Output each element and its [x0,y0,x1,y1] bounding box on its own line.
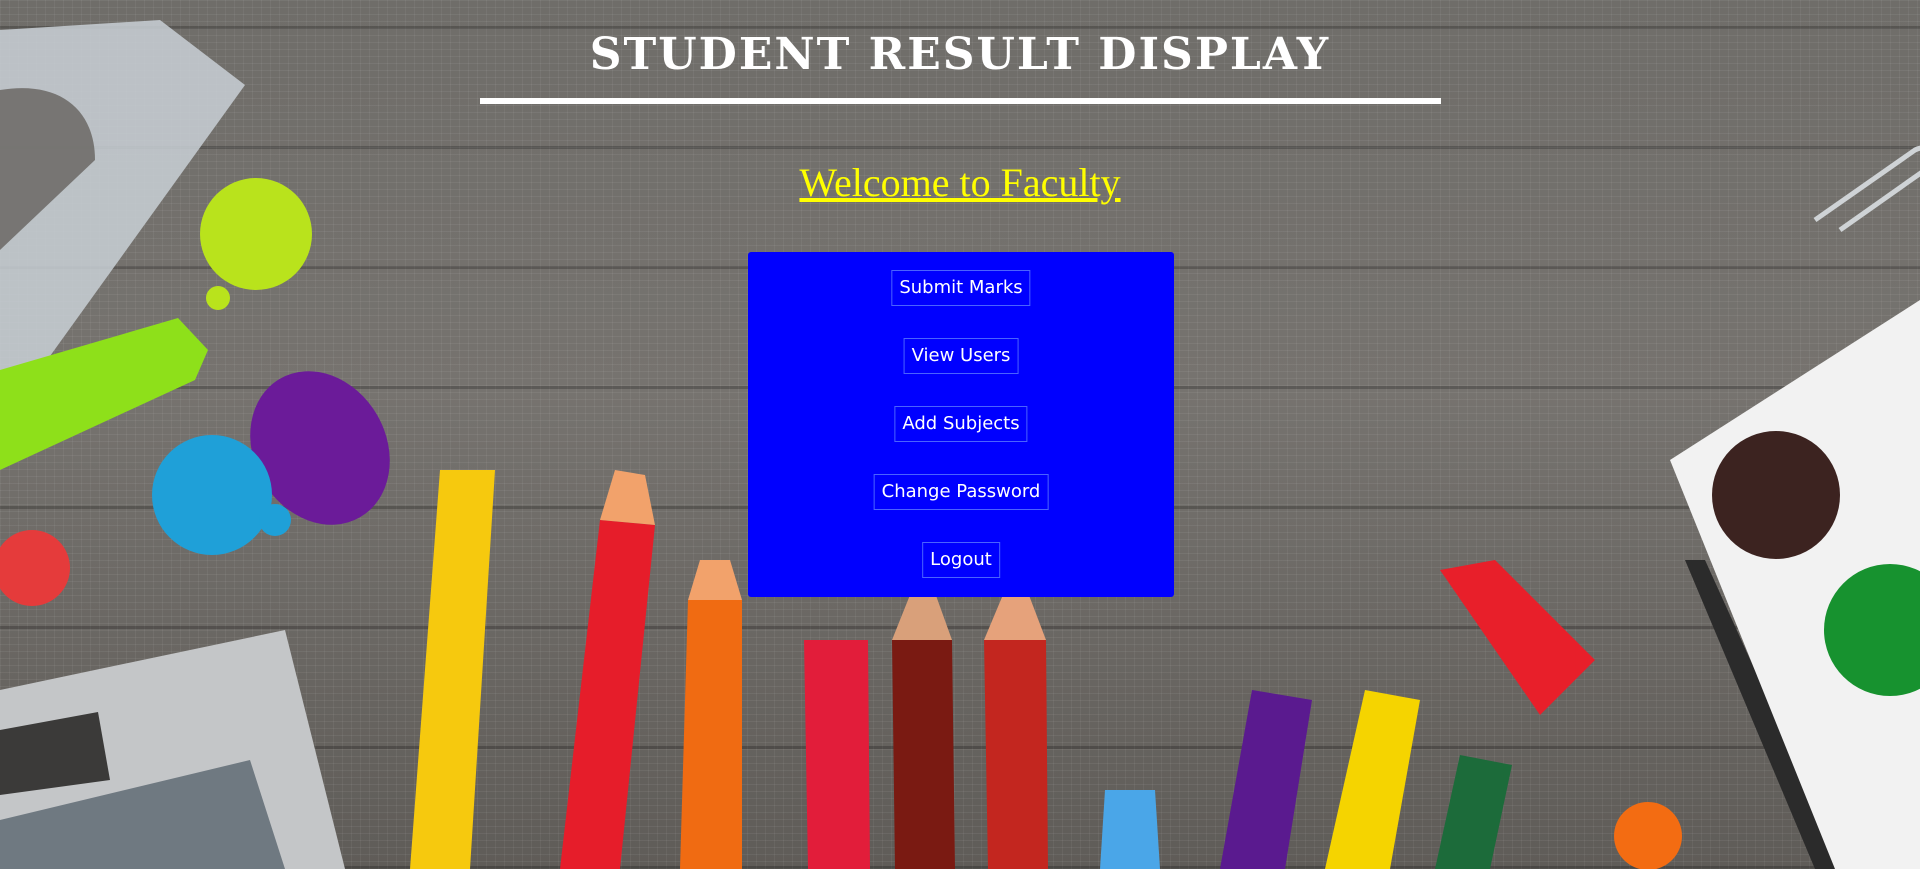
title-divider [480,98,1441,104]
page-title: STUDENT RESULT DISPLAY [589,29,1331,80]
welcome-heading: Welcome to Faculty [799,160,1121,205]
faculty-menu-panel: Submit Marks View Users Add Subjects Cha… [748,252,1174,597]
page-header: STUDENT RESULT DISPLAY [0,24,1920,86]
submit-marks-button[interactable]: Submit Marks [891,270,1031,306]
change-password-button[interactable]: Change Password [873,474,1049,510]
blue-toy-icon [152,435,272,555]
add-subjects-button[interactable]: Add Subjects [894,406,1028,442]
red-spinner-icon [0,530,70,606]
logout-button[interactable]: Logout [922,542,1000,578]
view-users-button[interactable]: View Users [903,338,1019,374]
orange-toy-icon [1614,802,1682,869]
